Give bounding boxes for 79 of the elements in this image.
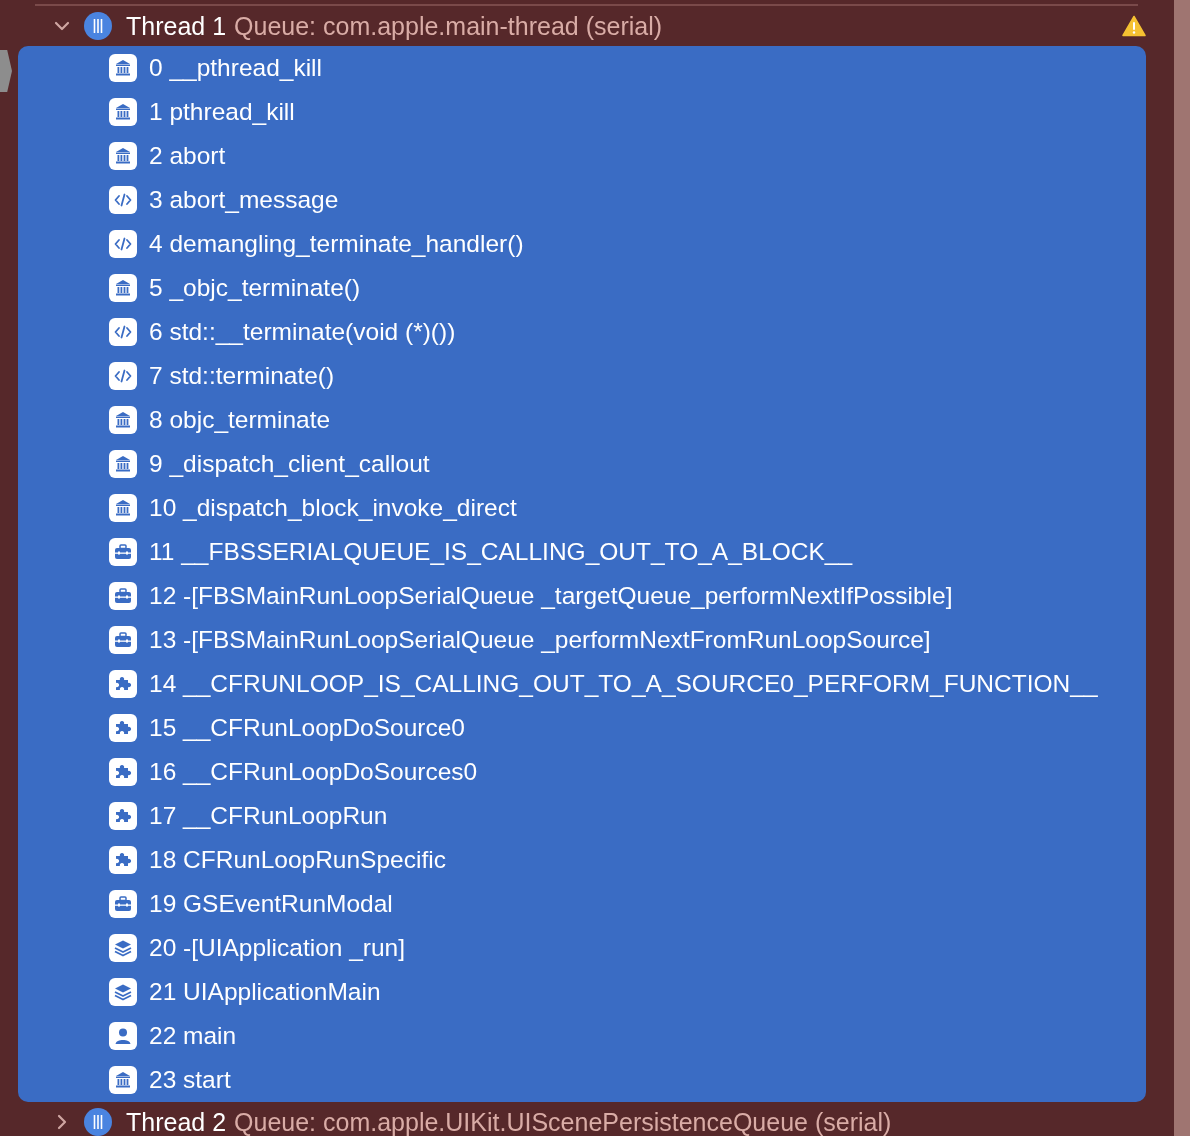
puzzle-icon xyxy=(109,802,137,830)
stack-frame-row[interactable]: 7 std::terminate() xyxy=(18,354,1146,398)
frame-label: 14 __CFRUNLOOP_IS_CALLING_OUT_TO_A_SOURCE0_PERFORM_FUNCTION__ xyxy=(149,670,1098,698)
frame-label: 6 std::__terminate(void (*)()) xyxy=(149,318,456,346)
stack-frame-row[interactable]: 1 pthread_kill xyxy=(18,90,1146,134)
building-icon xyxy=(109,98,137,126)
stack-frame-row[interactable]: 16 __CFRunLoopDoSources0 xyxy=(18,750,1146,794)
puzzle-icon xyxy=(109,846,137,874)
building-icon xyxy=(109,406,137,434)
code-icon xyxy=(109,362,137,390)
stack-frame-row[interactable]: 0 __pthread_kill xyxy=(18,46,1146,90)
person-icon xyxy=(109,1022,137,1050)
stack-frame-row[interactable]: 2 abort xyxy=(18,134,1146,178)
stack-frame-row[interactable]: 14 __CFRUNLOOP_IS_CALLING_OUT_TO_A_SOURCE0_PERFORM_FUNCTION__ xyxy=(18,662,1146,706)
frame-label: 8 objc_terminate xyxy=(149,406,331,434)
code-icon xyxy=(109,186,137,214)
toolbox-icon xyxy=(109,890,137,918)
building-icon xyxy=(109,274,137,302)
resize-handle[interactable] xyxy=(0,50,12,92)
toolbox-icon xyxy=(109,582,137,610)
queue-name: Queue: com.apple.UIKit.UIScenePersistenceQueue (serial) xyxy=(234,1109,893,1135)
thread-icon xyxy=(84,12,112,40)
building-icon xyxy=(109,54,137,82)
frame-label: 23 start xyxy=(149,1066,231,1094)
frame-label: 16 __CFRunLoopDoSources0 xyxy=(149,758,478,786)
frame-label: 17 __CFRunLoopRun xyxy=(149,802,388,830)
frame-label: 2 abort xyxy=(149,142,226,170)
stack-frame-row[interactable]: 12 -[FBSMainRunLoopSerialQueue _targetQueue_performNextIfPossible] xyxy=(18,574,1146,618)
frame-label: 3 abort_message xyxy=(149,186,339,214)
stack-frame-row[interactable]: 3 abort_message xyxy=(18,178,1146,222)
frame-label: 20 -[UIApplication _run] xyxy=(149,934,406,962)
stack-frame-row[interactable]: 15 __CFRunLoopDoSource0 xyxy=(18,706,1146,750)
building-icon xyxy=(109,494,137,522)
frame-label: 7 std::terminate() xyxy=(149,362,335,390)
puzzle-icon xyxy=(109,758,137,786)
stack-frame-row[interactable]: 11 __FBSSERIALQUEUE_IS_CALLING_OUT_TO_A_BLOCK__ xyxy=(18,530,1146,574)
toolbox-icon xyxy=(109,538,137,566)
frame-label: 19 GSEventRunModal xyxy=(149,890,393,918)
toolbox-icon xyxy=(109,626,137,654)
stack-frame-row[interactable]: 9 _dispatch_client_callout xyxy=(18,442,1146,486)
frame-label: 1 pthread_kill xyxy=(149,98,295,126)
building-icon xyxy=(109,142,137,170)
thread-icon xyxy=(84,1108,112,1136)
stack-frame-row[interactable]: 4 demangling_terminate_handler() xyxy=(18,222,1146,266)
frame-label: 13 -[FBSMainRunLoopSerialQueue _performNextFromRunLoopSource] xyxy=(149,626,931,654)
stack-frame-row[interactable]: 23 start xyxy=(18,1058,1146,1102)
frame-label: 12 -[FBSMainRunLoopSerialQueue _targetQueue_performNextIfPossible] xyxy=(149,582,953,610)
stack-frame-row[interactable]: 18 CFRunLoopRunSpecific xyxy=(18,838,1146,882)
stack-frame-row[interactable]: 13 -[FBSMainRunLoopSerialQueue _performNextFromRunLoopSource] xyxy=(18,618,1146,662)
puzzle-icon xyxy=(109,714,137,742)
frame-label: 5 _objc_terminate() xyxy=(149,274,361,302)
layers-icon xyxy=(109,978,137,1006)
stack-frame-row[interactable]: 22 main xyxy=(18,1014,1146,1058)
queue-name: Queue: com.apple.main-thread (serial) xyxy=(234,13,664,39)
layers-icon xyxy=(109,934,137,962)
frame-label: 0 __pthread_kill xyxy=(149,54,322,82)
frame-label: 4 demangling_terminate_handler() xyxy=(149,230,524,258)
stack-frame-row[interactable]: 19 GSEventRunModal xyxy=(18,882,1146,926)
frame-label: 18 CFRunLoopRunSpecific xyxy=(149,846,446,874)
thread-name: Thread 2 xyxy=(126,1109,227,1135)
thread-name: Thread 1 xyxy=(126,13,227,39)
code-icon xyxy=(109,318,137,346)
stack-frame-row[interactable]: 6 std::__terminate(void (*)()) xyxy=(18,310,1146,354)
frame-label: 11 __FBSSERIALQUEUE_IS_CALLING_OUT_TO_A_BLOCK__ xyxy=(149,538,853,566)
frame-label: 15 __CFRunLoopDoSource0 xyxy=(149,714,465,742)
building-icon xyxy=(109,450,137,478)
building-icon xyxy=(109,1066,137,1094)
stack-frame-row[interactable]: 8 objc_terminate xyxy=(18,398,1146,442)
stack-frame-row[interactable]: 5 _objc_terminate() xyxy=(18,266,1146,310)
frame-label: 22 main xyxy=(149,1022,237,1050)
stack-frame-row[interactable]: 20 -[UIApplication _run] xyxy=(18,926,1146,970)
code-icon xyxy=(109,230,137,258)
stack-frame-row[interactable]: 10 _dispatch_block_invoke_direct xyxy=(18,486,1146,530)
frame-label: 9 _dispatch_client_callout xyxy=(149,450,430,478)
frame-label: 21 UIApplicationMain xyxy=(149,978,381,1006)
puzzle-icon xyxy=(109,670,137,698)
stack-frame-row[interactable]: 21 UIApplicationMain xyxy=(18,970,1146,1014)
frame-label: 10 _dispatch_block_invoke_direct xyxy=(149,494,517,522)
stack-frame-row[interactable]: 17 __CFRunLoopRun xyxy=(18,794,1146,838)
